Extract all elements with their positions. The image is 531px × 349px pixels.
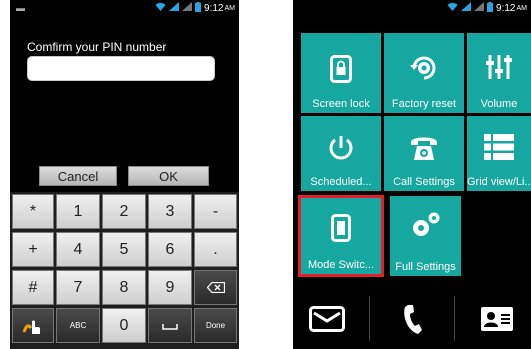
key-7[interactable]: 7 xyxy=(56,270,100,305)
tile-scheduled[interactable]: Scheduled... xyxy=(301,116,381,191)
signal-icon xyxy=(169,2,180,14)
key-2[interactable]: 2 xyxy=(102,194,146,229)
tile-screen-lock[interactable]: Screen lock xyxy=(301,33,381,113)
tile-label: Grid view/Li... xyxy=(467,176,531,188)
tile-label: Call Settings xyxy=(393,176,455,188)
clock: 9:12 xyxy=(204,2,224,14)
wifi-icon xyxy=(447,2,458,14)
tile-full-settings[interactable]: Full Settings xyxy=(390,196,461,276)
dialer-button[interactable] xyxy=(387,297,437,341)
phone-gear-icon xyxy=(411,137,437,160)
contacts-button[interactable] xyxy=(472,297,522,341)
phone-icon xyxy=(331,214,351,242)
key-9[interactable]: 9 xyxy=(148,270,192,305)
key-3[interactable]: 3 xyxy=(148,194,192,229)
key-1[interactable]: 1 xyxy=(56,194,100,229)
backspace-key[interactable] xyxy=(194,270,237,305)
tile-volume[interactable]: Volume xyxy=(467,33,531,113)
signal-2-icon xyxy=(474,2,485,14)
key-plus[interactable]: + xyxy=(12,232,54,267)
key-hash[interactable]: # xyxy=(12,270,54,305)
clock-ampm: AM xyxy=(516,4,528,12)
tile-label: Factory reset xyxy=(391,98,457,110)
numeric-keypad: * 1 2 3 - + 4 5 6 . # 7 8 9 ABC 0 Done xyxy=(10,192,239,349)
tile-grid-view[interactable]: Grid view/Li... xyxy=(467,116,531,191)
key-period[interactable]: . xyxy=(194,232,237,267)
pin-label: Comfirm your PIN number xyxy=(27,40,167,54)
lock-phone-icon xyxy=(330,55,352,83)
messages-icon xyxy=(308,305,345,332)
dock xyxy=(293,288,531,349)
notification-icon: ▬ xyxy=(16,3,25,13)
messages-button[interactable] xyxy=(302,297,352,341)
swype-key[interactable] xyxy=(12,308,54,343)
tile-label: Mode Switc... xyxy=(307,259,375,271)
key-0[interactable]: 0 xyxy=(102,308,146,343)
tile-call-settings[interactable]: Call Settings xyxy=(384,116,464,191)
space-icon xyxy=(162,323,178,330)
status-bar: ▬ 9:12 AM xyxy=(10,0,239,16)
key-8[interactable]: 8 xyxy=(102,270,146,305)
reset-gear-icon xyxy=(410,56,436,80)
tile-label: Scheduled... xyxy=(310,176,372,188)
key-star[interactable]: * xyxy=(12,194,54,229)
list-icon xyxy=(484,134,514,160)
swype-icon xyxy=(22,320,40,334)
abc-key[interactable]: ABC xyxy=(56,308,100,343)
tile-label: Full Settings xyxy=(395,261,456,273)
battery-icon xyxy=(195,1,202,15)
clock-ampm: AM xyxy=(224,4,236,12)
phone-icon xyxy=(404,304,422,334)
key-6[interactable]: 6 xyxy=(148,232,192,267)
tile-mode-switch[interactable]: Mode Switc... xyxy=(298,195,384,277)
key-minus[interactable]: - xyxy=(194,194,237,229)
space-key[interactable] xyxy=(148,308,192,343)
wifi-icon xyxy=(155,2,166,14)
done-key[interactable]: Done xyxy=(194,308,237,343)
quick-settings-screen: 9:12 AM Screen lock Factory reset Volume… xyxy=(293,0,531,349)
key-4[interactable]: 4 xyxy=(56,232,100,267)
contacts-icon xyxy=(481,306,514,331)
backspace-icon xyxy=(206,282,225,293)
pin-input[interactable] xyxy=(27,56,215,81)
key-5[interactable]: 5 xyxy=(102,232,146,267)
signal-icon xyxy=(461,2,472,14)
cancel-button[interactable]: Cancel xyxy=(39,166,117,186)
tile-label: Screen lock xyxy=(312,98,370,110)
signal-2-icon xyxy=(182,2,193,14)
tile-label: Volume xyxy=(480,98,518,110)
sliders-icon xyxy=(486,55,512,79)
status-bar: 9:12 AM xyxy=(293,0,531,16)
gears-icon xyxy=(412,212,439,236)
clock: 9:12 xyxy=(496,2,516,14)
tile-factory-reset[interactable]: Factory reset xyxy=(384,33,464,113)
dock-divider xyxy=(454,296,456,341)
pin-screen: ▬ 9:12 AM Comfirm your PIN number Cancel… xyxy=(10,0,239,349)
battery-icon xyxy=(487,1,494,15)
power-icon xyxy=(329,136,353,160)
ok-button[interactable]: OK xyxy=(128,166,209,186)
dock-divider xyxy=(368,296,370,341)
